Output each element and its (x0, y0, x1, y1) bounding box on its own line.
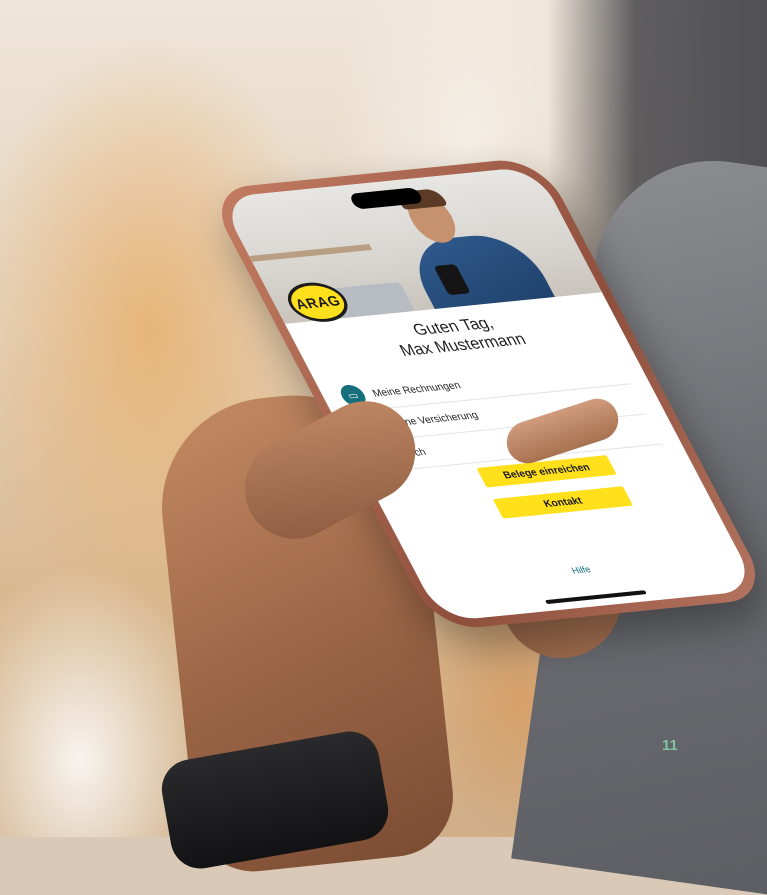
menu-item-label: Meine Rechnungen (370, 379, 463, 400)
home-indicator[interactable] (544, 590, 647, 605)
kontakt-button[interactable]: Kontakt (492, 486, 634, 519)
hero-shelf (249, 244, 373, 262)
page-number: 11 (662, 737, 678, 754)
help-link[interactable]: Hilfe (420, 549, 742, 590)
